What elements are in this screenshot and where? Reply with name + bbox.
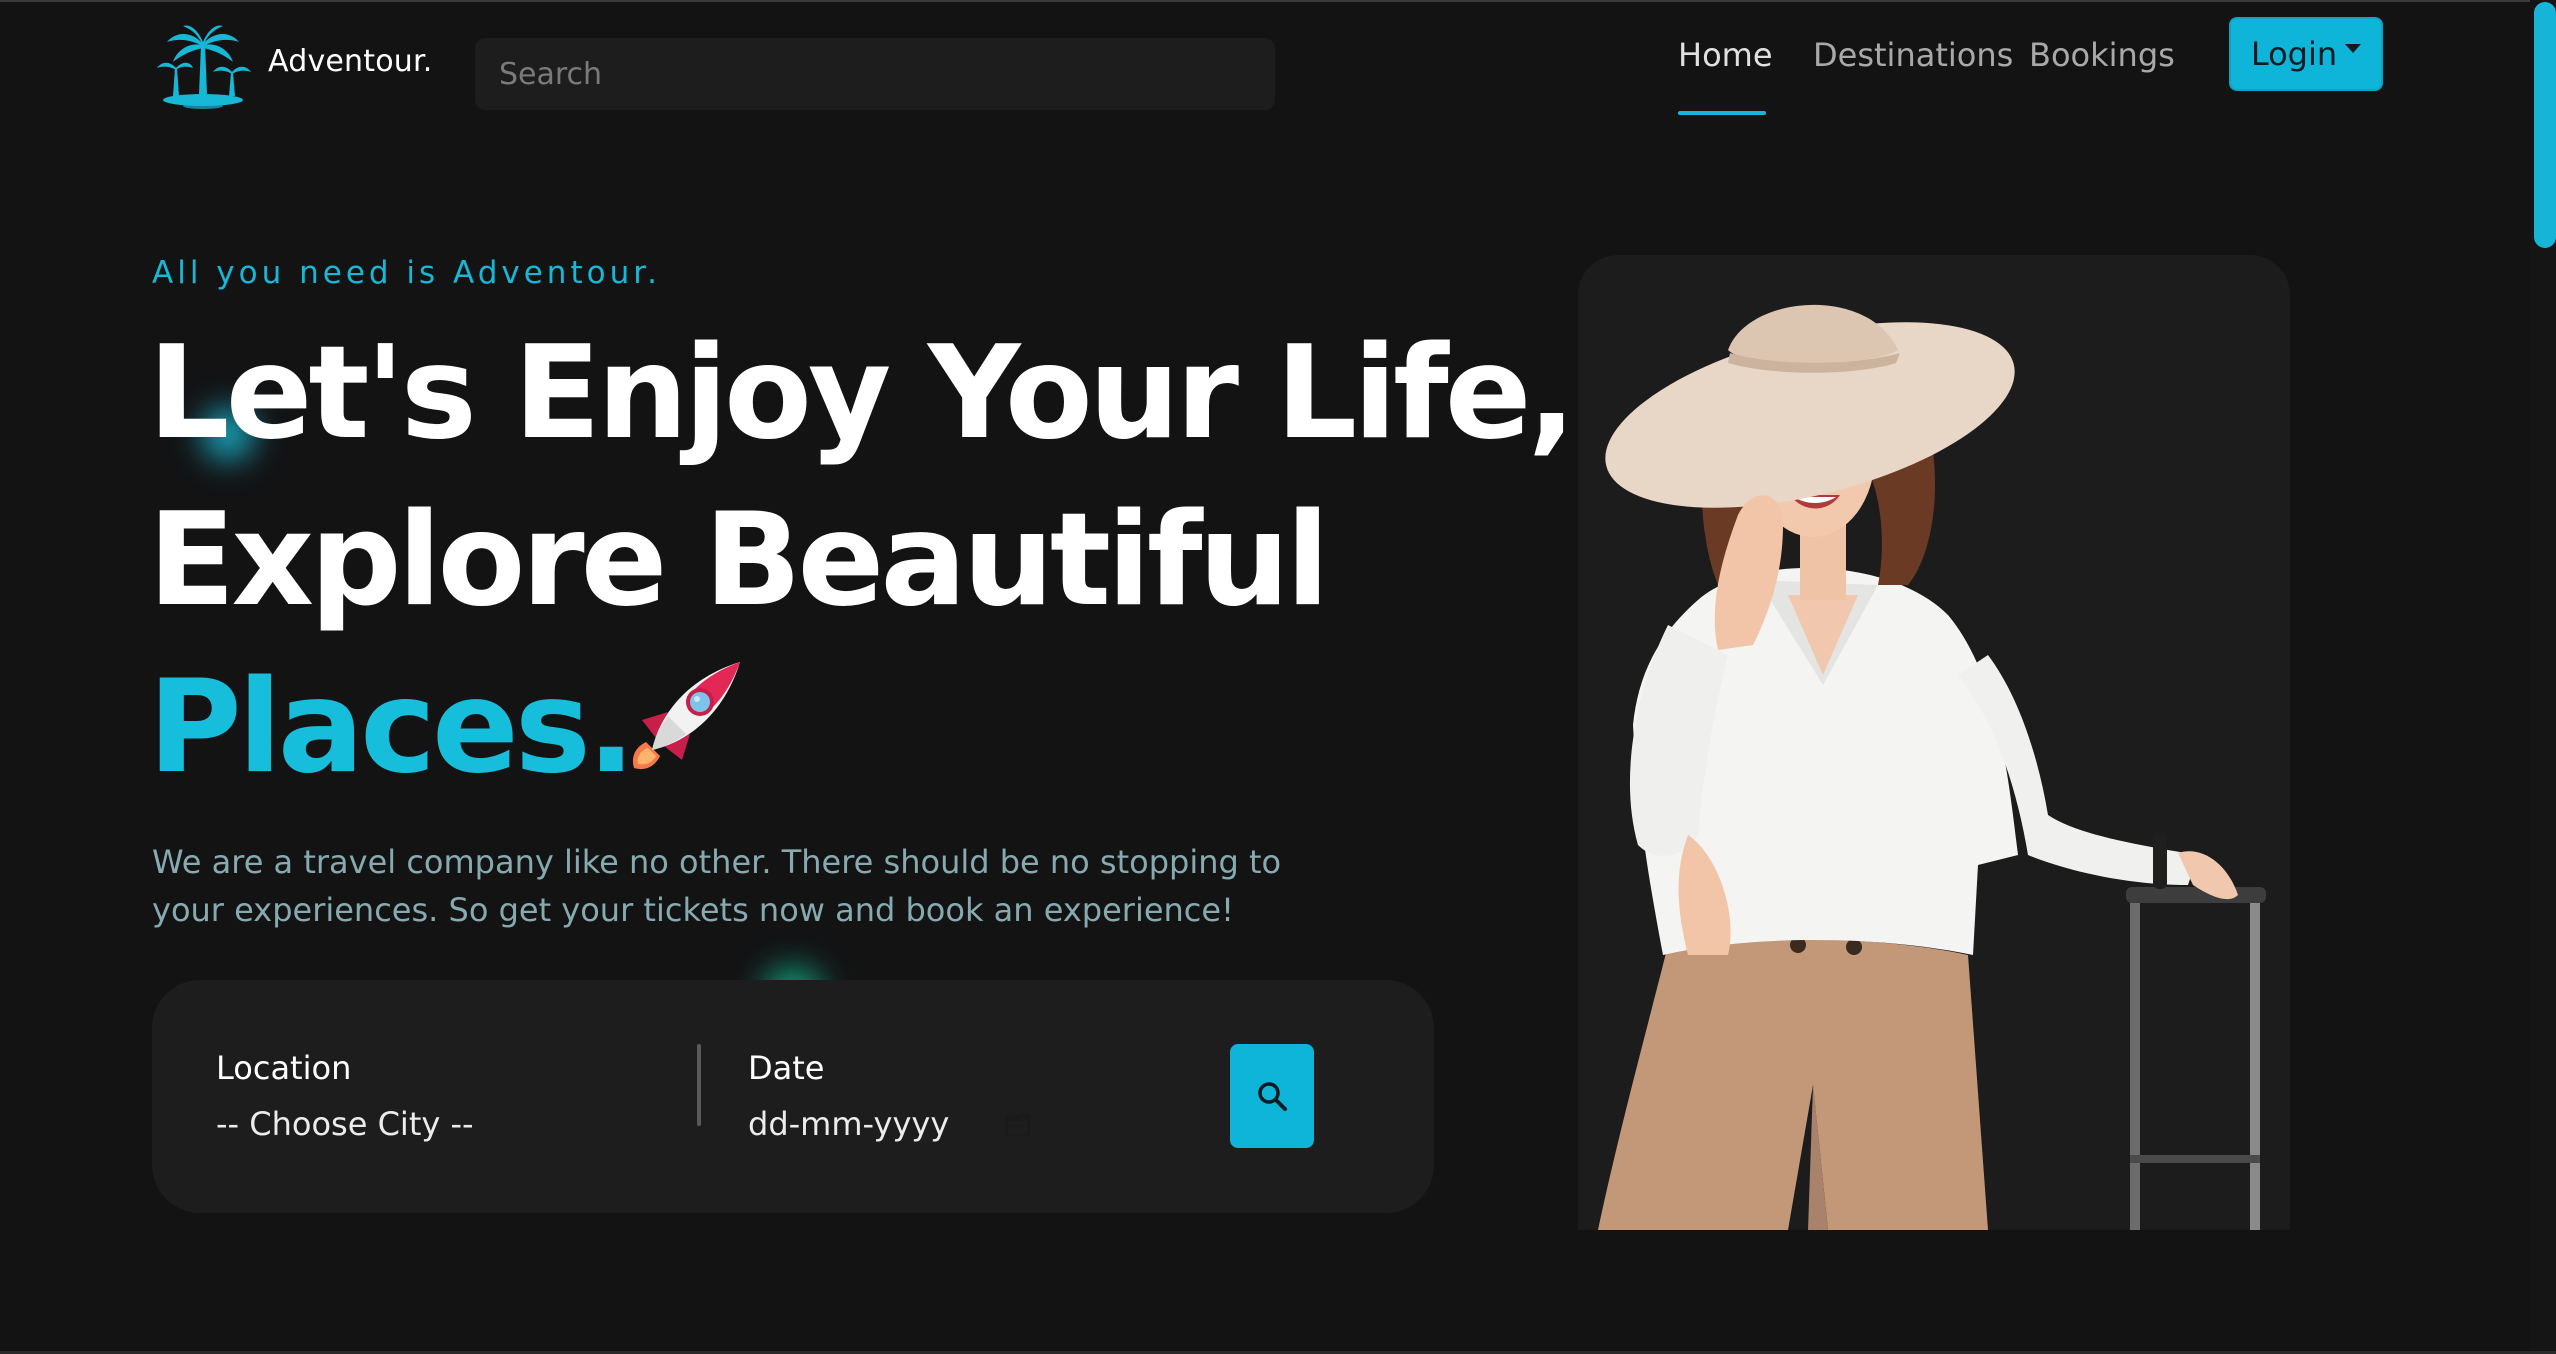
rocket-icon: [632, 662, 740, 770]
hero-description: We are a travel company like no other. T…: [152, 843, 1282, 929]
palm-tree-icon[interactable]: [153, 24, 253, 110]
nav-link-destinations[interactable]: Destinations: [1813, 36, 2013, 74]
nav-link-bookings[interactable]: Bookings: [2029, 36, 2175, 74]
caret-down-icon: [2345, 43, 2362, 53]
traveler-woman-illustration: [1598, 304, 2266, 1230]
field-divider: [697, 1044, 701, 1126]
login-dropdown-button[interactable]: Login: [2229, 17, 2383, 91]
nav-link-home[interactable]: Home: [1678, 36, 1773, 74]
search-input[interactable]: [475, 38, 1275, 110]
scrollbar-thumb[interactable]: [2534, 2, 2556, 248]
hero-headline-line-1: Let's Enjoy Your Life,: [148, 319, 1576, 468]
login-label: Login: [2250, 35, 2338, 73]
date-label: Date: [748, 1049, 825, 1087]
hero-headline-line-3: Places.: [148, 653, 636, 802]
location-label: Location: [216, 1049, 352, 1087]
landing-page: Adventour. Home Destinations Bookings Lo…: [0, 0, 2556, 1354]
hero-headline-line-2: Explore Beautiful: [148, 486, 1330, 635]
brand-name[interactable]: Adventour.: [268, 44, 433, 79]
hero-eyebrow: All you need is Adventour.: [152, 255, 661, 291]
window-top-border: [0, 0, 2556, 2]
date-input[interactable]: dd-mm-yyyy: [748, 1105, 949, 1143]
search-icon: [1258, 1082, 1287, 1111]
hero-image-card: [1578, 255, 2290, 1230]
active-nav-indicator: [1678, 111, 1766, 115]
calendar-icon[interactable]: [1004, 1110, 1032, 1138]
search-button[interactable]: [1230, 1044, 1314, 1148]
location-select[interactable]: -- Choose City --: [216, 1105, 474, 1143]
